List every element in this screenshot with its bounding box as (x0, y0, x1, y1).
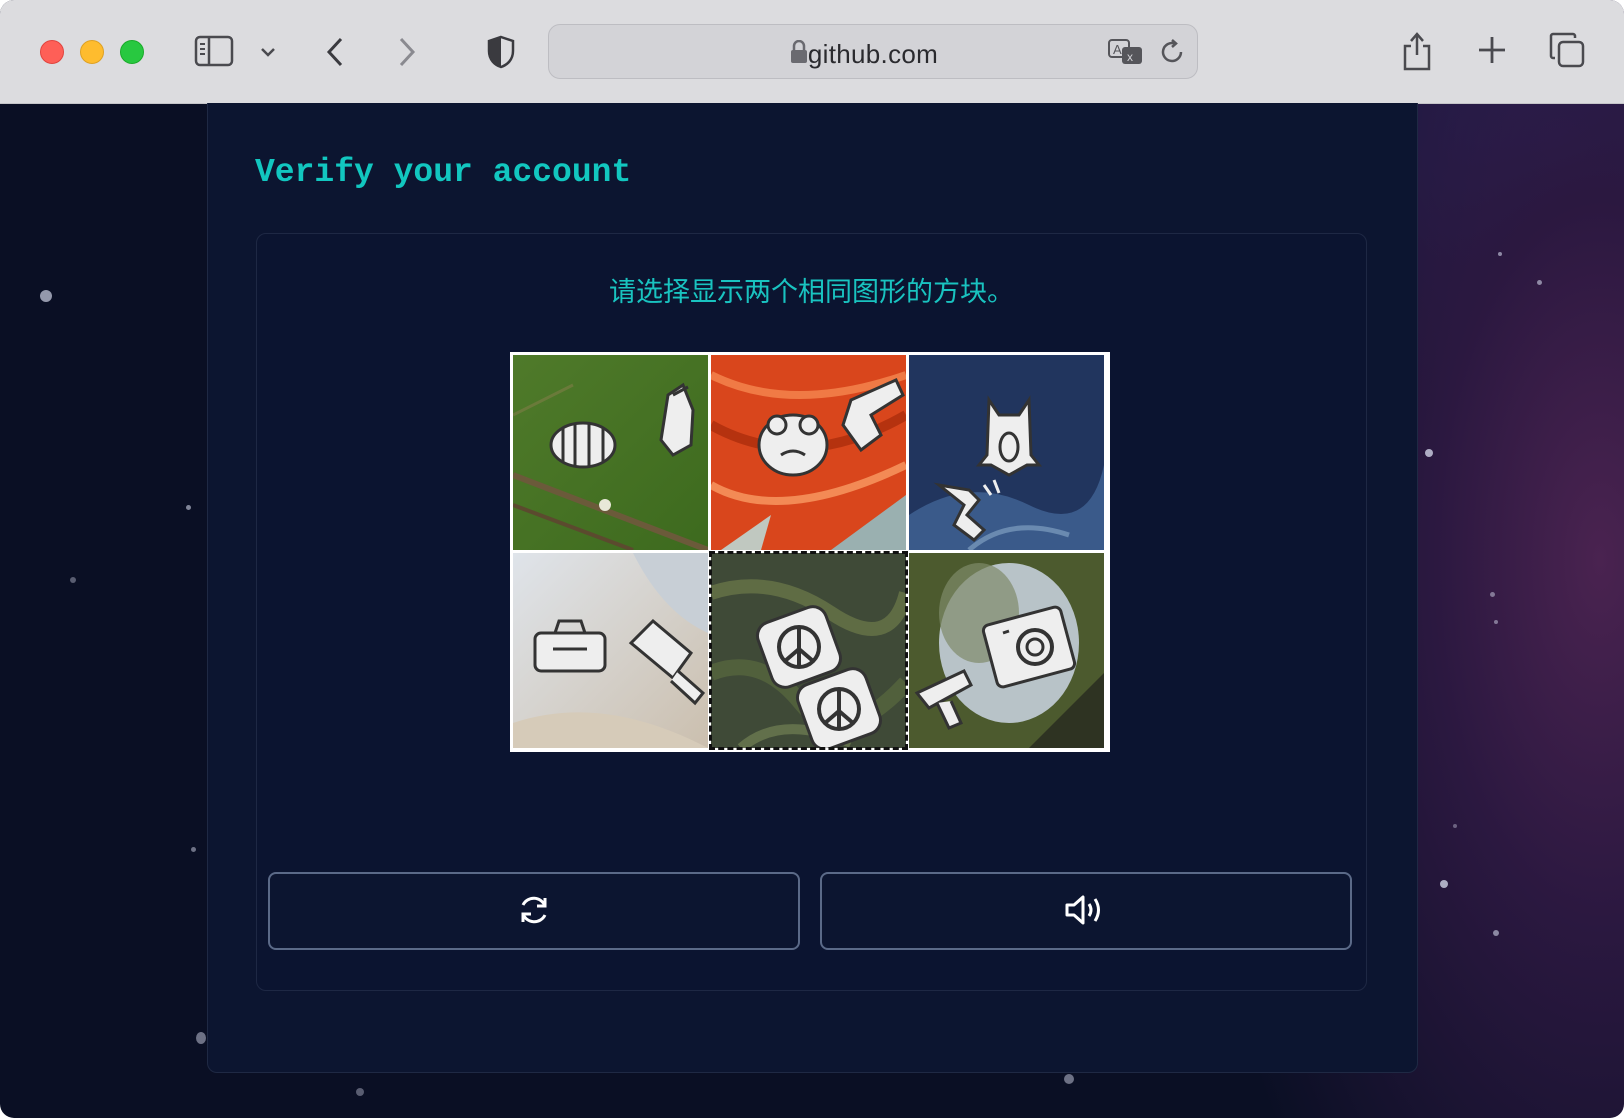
tile-1[interactable] (513, 355, 708, 550)
minimize-window-button[interactable] (80, 40, 104, 64)
tile-3[interactable] (909, 355, 1104, 550)
tile-4[interactable] (513, 553, 708, 748)
svg-text:A: A (1113, 42, 1122, 57)
speaker-icon (1064, 892, 1108, 931)
share-icon[interactable] (1400, 28, 1434, 72)
forward-arrow-icon[interactable] (394, 34, 420, 70)
tile-2[interactable] (711, 355, 906, 550)
audio-challenge-button[interactable] (820, 872, 1352, 950)
reload-icon[interactable] (1159, 37, 1187, 67)
browser-window: github.com Ax Verify your account 请选择显示两… (0, 0, 1624, 1118)
tab-overview-icon[interactable] (1548, 31, 1586, 69)
sidebar-icon[interactable] (194, 34, 234, 68)
address-bar[interactable]: github.com Ax (548, 24, 1198, 79)
zoom-window-button[interactable] (120, 40, 144, 64)
chevron-down-icon[interactable] (258, 42, 278, 62)
lantern-icon (549, 421, 617, 469)
captcha-grid (510, 352, 1110, 752)
refresh-challenge-button[interactable] (268, 872, 800, 950)
page-title: Verify your account (255, 154, 632, 191)
shield-icon[interactable] (486, 33, 516, 71)
lock-icon (790, 39, 808, 69)
svg-text:x: x (1127, 50, 1133, 64)
plus-icon[interactable] (1476, 34, 1508, 66)
translate-icon[interactable]: Ax (1107, 37, 1145, 67)
back-arrow-icon[interactable] (322, 34, 348, 70)
browser-toolbar: github.com Ax (0, 0, 1624, 104)
tile-5[interactable] (709, 551, 908, 750)
close-window-button[interactable] (40, 40, 64, 64)
tile-6[interactable] (909, 553, 1104, 748)
frog-icon (757, 413, 829, 477)
captcha-instruction: 请选择显示两个相同图形的方块。 (609, 277, 1014, 307)
refresh-icon (516, 892, 552, 931)
url-text: github.com (807, 39, 939, 69)
